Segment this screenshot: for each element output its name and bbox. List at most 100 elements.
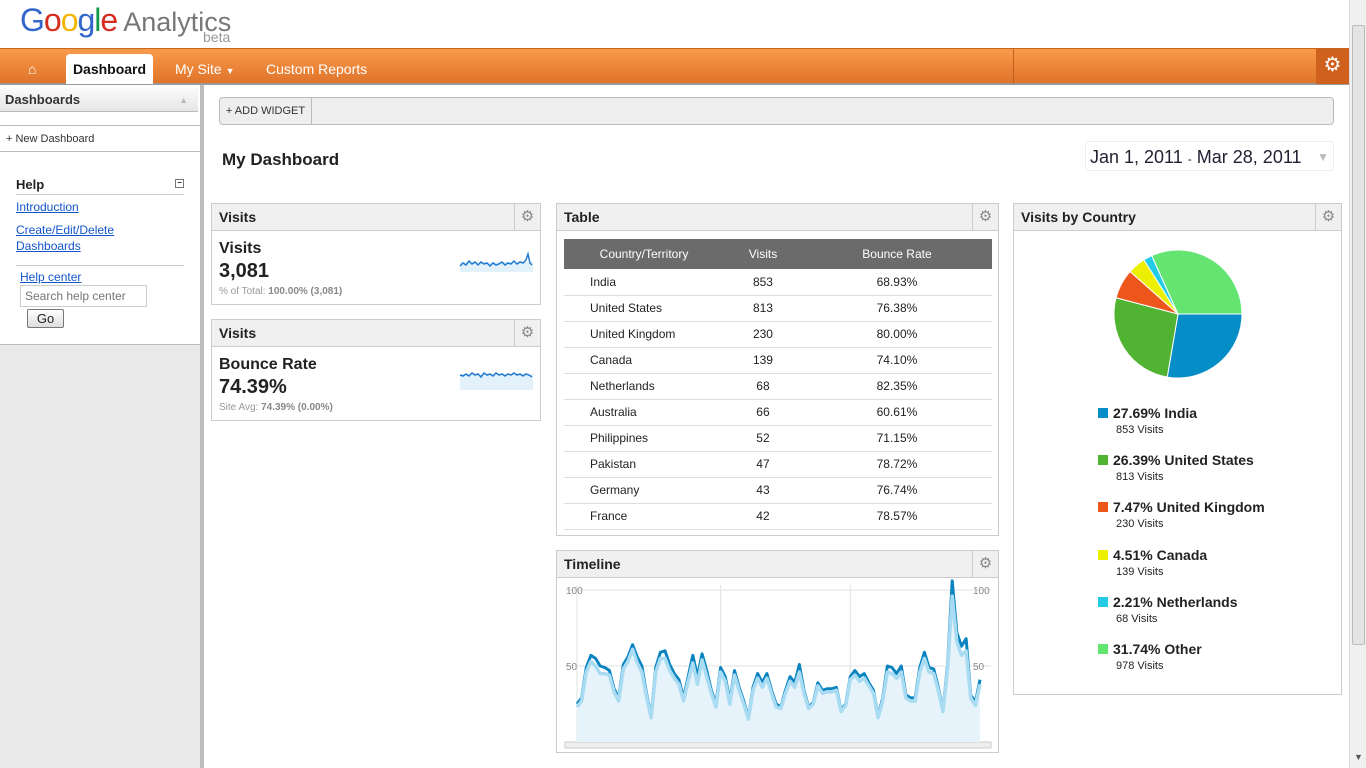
visits-cell: 47 — [724, 451, 802, 478]
legend-visits: 813 Visits — [1116, 471, 1164, 484]
country-cell[interactable]: Germany — [564, 477, 724, 504]
metric-subtext: % of Total: 100.00% (3,081) — [219, 286, 342, 297]
date-range-picker[interactable]: Jan 1, 2011 - Mar 28, 2011 ▼ — [1085, 141, 1334, 171]
legend-visits: 853 Visits — [1116, 424, 1164, 436]
visits-cell: 43 — [724, 477, 802, 504]
bounce-rate-cell: 78.72% — [801, 451, 992, 478]
y-tick-label: 100 — [566, 586, 583, 597]
bounce-rate-cell: 71.15% — [801, 425, 992, 452]
scroll-down-arrow-icon[interactable]: ▼ — [1354, 752, 1363, 762]
legend-swatch — [1098, 408, 1108, 418]
bounce-rate-cell: 76.38% — [801, 295, 992, 322]
google-analytics-logo[interactable]: Google Analytics — [20, 2, 231, 39]
legend-swatch — [1098, 455, 1108, 466]
help-center-link[interactable]: Help center — [20, 270, 81, 284]
date-separator: - — [1187, 152, 1192, 166]
country-cell[interactable]: Canada — [564, 347, 724, 374]
country-cell[interactable]: France — [564, 503, 724, 530]
widget-title: Table — [564, 209, 600, 225]
gear-icon[interactable]: ⚙ — [514, 320, 540, 346]
date-start: Jan 1, 2011 — [1090, 147, 1183, 167]
gear-icon[interactable]: ⚙ — [972, 551, 998, 577]
gear-icon[interactable]: ⚙ — [972, 204, 998, 230]
bounce-rate-cell: 80.00% — [801, 321, 992, 348]
minimize-icon[interactable]: − — [175, 179, 184, 188]
country-cell[interactable]: Pakistan — [564, 451, 724, 478]
sub-label: Site Avg: — [219, 402, 259, 413]
gear-icon[interactable]: ⚙ — [514, 204, 540, 230]
pie-slice-india[interactable] — [1166, 313, 1243, 379]
tab-label: My Site — [175, 61, 222, 77]
legend-swatch — [1098, 549, 1108, 560]
country-cell[interactable]: India — [564, 269, 724, 296]
sidebar-splitter[interactable] — [200, 85, 204, 768]
visits-cell: 139 — [724, 347, 802, 374]
help-link-create-edit-delete[interactable]: Create/Edit/Delete Dashboards — [16, 222, 136, 254]
country-cell[interactable]: United Kingdom — [564, 321, 724, 348]
bounce-rate-cell: 60.61% — [801, 399, 992, 426]
table-header-row: Country/Territory Visits Bounce Rate — [564, 239, 992, 269]
widget-header: Visits by Country ⚙ — [1014, 204, 1341, 231]
page-scrollbar[interactable]: ▼ — [1349, 0, 1366, 768]
column-header[interactable]: Bounce Rate — [801, 239, 992, 269]
sidebar: Dashboards ▲ + New Dashboard Help − Introd… — [0, 85, 200, 768]
tab-dashboard[interactable]: Dashboard — [66, 54, 153, 84]
table-row: India 853 68.93% — [564, 269, 992, 296]
widget-title: Visits — [219, 209, 257, 225]
new-dashboard-link[interactable]: + New Dashboard — [0, 125, 200, 152]
bounce-rate-cell: 78.57% — [801, 503, 992, 530]
main-nav: ⌂ Dashboard My Site ▼ Custom Reports ⚙ — [0, 48, 1349, 85]
bounce-rate-cell: 74.10% — [801, 347, 992, 374]
widget-header: Table ⚙ — [557, 204, 998, 231]
help-link-introduction[interactable]: Introduction — [16, 200, 79, 214]
country-cell[interactable]: Philippines — [564, 425, 724, 452]
gear-icon[interactable]: ⚙ — [1316, 49, 1349, 84]
go-button[interactable]: Go — [27, 309, 64, 328]
bounce-rate-cell: 68.93% — [801, 269, 992, 296]
legend-visits: 230 Visits — [1116, 518, 1164, 531]
tab-custom-reports[interactable]: Custom Reports — [266, 54, 367, 84]
table-row: Pakistan 47 78.72% — [564, 451, 992, 478]
metric-value: 74.39% — [219, 376, 287, 398]
country-cell[interactable]: Netherlands — [564, 373, 724, 400]
gear-icon[interactable]: ⚙ — [1315, 204, 1341, 230]
sub-label: % of Total: — [219, 286, 266, 297]
table-row: United States 813 76.38% — [564, 295, 992, 322]
dropdown-arrow-icon[interactable]: ▼ — [1317, 142, 1329, 172]
y-tick-label-right: 100 — [973, 586, 990, 597]
sidebar-panel: Dashboards ▲ + New Dashboard Help − Introd… — [0, 85, 200, 345]
table-row: Canada 139 74.10% — [564, 347, 992, 374]
y-tick-label: 50 — [566, 662, 578, 673]
column-header[interactable]: Visits — [724, 239, 802, 269]
search-help-input[interactable] — [20, 285, 147, 307]
visits-cell: 68 — [724, 373, 802, 400]
bounce-rate-cell: 76.74% — [801, 477, 992, 504]
help-title: Help — [16, 177, 45, 192]
country-cell[interactable]: United States — [564, 295, 724, 322]
beta-label: beta — [203, 29, 231, 45]
chart-x-scrollbar[interactable] — [564, 741, 992, 749]
country-table: Country/Territory Visits Bounce Rate Ind… — [564, 239, 992, 530]
legend-percent: 2.21% Netherlands — [1113, 593, 1238, 610]
table-row: United Kingdom 230 80.00% — [564, 321, 992, 348]
column-header[interactable]: Country/Territory — [564, 239, 724, 269]
dashboards-header[interactable]: Dashboards ▲ — [0, 88, 198, 112]
widget-title: Timeline — [564, 556, 621, 572]
collapse-arrow-icon[interactable]: ▲ — [179, 88, 188, 112]
visits-cell: 813 — [724, 295, 802, 322]
widget-header: Timeline ⚙ — [557, 551, 998, 578]
legend-percent: 4.51% Canada — [1113, 546, 1208, 563]
bounce-rate-widget: Visits ⚙ Bounce Rate 74.39% Site Avg: 74.… — [211, 319, 541, 421]
country-cell[interactable]: Australia — [564, 399, 724, 426]
home-icon[interactable]: ⌂ — [28, 54, 36, 84]
legend-swatch — [1098, 596, 1108, 607]
country-pie-chart[interactable] — [1014, 232, 1343, 402]
visits-cell: 230 — [724, 321, 802, 348]
visits-cell: 42 — [724, 503, 802, 530]
scrollbar-thumb[interactable] — [1352, 25, 1365, 645]
metric-value: 3,081 — [219, 260, 270, 282]
tab-my-site[interactable]: My Site ▼ — [175, 54, 235, 84]
add-widget-button[interactable]: + ADD WIDGET — [220, 98, 312, 124]
timeline-chart[interactable]: 5050100100Jan 1Feb 1Mar 1 — [557, 579, 998, 753]
visits-widget: Visits ⚙ Visits 3,081 % of Total: 100.00%… — [211, 203, 541, 305]
